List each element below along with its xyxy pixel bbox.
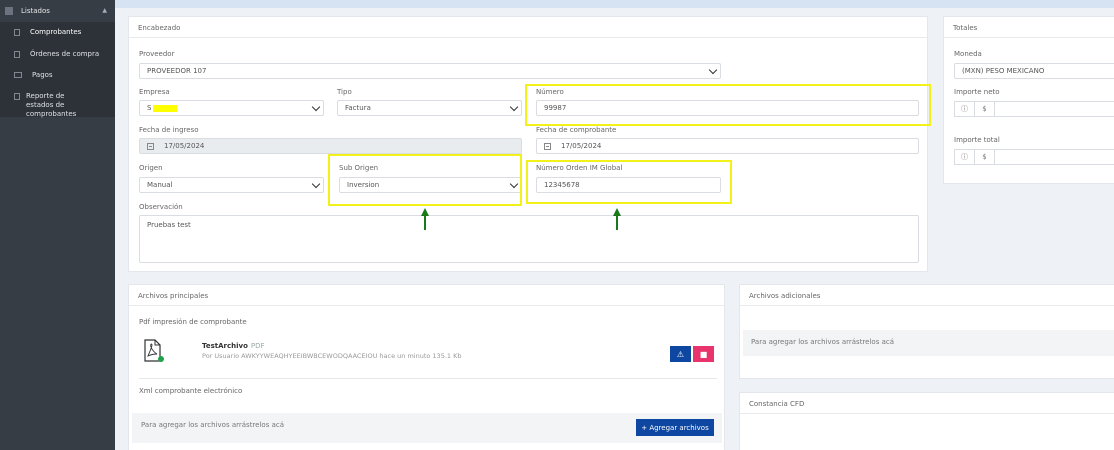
pdf-file-icon <box>144 339 164 362</box>
origen-value: Manual <box>147 181 173 189</box>
card-separator <box>740 305 1114 306</box>
add-files-button[interactable]: + Agregar archivos <box>636 419 714 436</box>
chevron-down-icon <box>509 102 519 112</box>
sidebar-item-ordenes-compra[interactable]: Órdenes de compra <box>0 50 115 59</box>
sidebar-item-label: Pagos <box>32 71 53 79</box>
sidebar-item-label: Reporte de estados de comprobantes <box>26 92 77 118</box>
fecha-ingreso-value: 17/05/2024 <box>164 142 205 150</box>
archivos-principales-card: Archivos principales Pdf impresión de co… <box>128 284 725 450</box>
card-separator <box>129 37 927 38</box>
chevron-down-icon <box>311 102 321 112</box>
dropzone-text: Para agregar los archivos arrástrelos ac… <box>751 338 894 346</box>
fecha-comprobante-label: Fecha de comprobante <box>536 126 617 134</box>
moneda-select[interactable]: (MXN) PESO MEXICANO <box>954 63 1114 79</box>
sidebar-section-label: Listados <box>21 7 50 15</box>
origen-label: Origen <box>139 164 163 172</box>
card-separator <box>129 305 724 306</box>
empresa-label: Empresa <box>139 88 170 96</box>
adicionales-dropzone[interactable]: Para agregar los archivos arrástrelos ac… <box>743 330 1114 356</box>
highlight-numero-orden <box>526 160 732 204</box>
card-title: Archivos adicionales <box>749 292 821 300</box>
card-title: Constancia CFD <box>749 400 805 408</box>
info-banner <box>115 0 1114 8</box>
tipo-select[interactable]: Factura <box>337 100 522 116</box>
fecha-comprobante-input[interactable]: 17/05/2024 <box>536 138 919 154</box>
card-title: Archivos principales <box>138 292 209 300</box>
currency-symbol: $ <box>975 102 995 116</box>
currency-symbol: $ <box>975 150 995 164</box>
download-icon: ⚠ <box>676 349 685 359</box>
encabezado-card: Encabezado Proveedor PROVEEDOR 107 Empre… <box>128 16 928 272</box>
tipo-value: Factura <box>345 104 371 112</box>
pdf-section-label: Pdf impresión de comprobante <box>139 318 247 326</box>
document-icon <box>14 29 20 36</box>
delete-button[interactable]: ■ <box>693 346 714 362</box>
archivos-adicionales-card: Archivos adicionales Para agregar los ar… <box>739 284 1114 379</box>
importe-neto-input[interactable]: ⓘ $ <box>954 101 1114 117</box>
totales-card: Totales Moneda (MXN) PESO MEXICANO Impor… <box>943 16 1114 184</box>
fecha-ingreso-label: Fecha de ingreso <box>139 126 199 134</box>
observacion-value: Pruebas test <box>147 221 191 229</box>
fecha-ingreso-input: 17/05/2024 <box>139 138 522 154</box>
section-divider <box>139 378 717 379</box>
empresa-value: S <box>147 104 152 112</box>
info-icon: ⓘ <box>955 102 975 116</box>
fecha-comprobante-value: 17/05/2024 <box>561 142 602 150</box>
sidebar-section-listados[interactable]: Listados ▲ <box>0 0 115 22</box>
card-title: Totales <box>953 24 978 32</box>
list-icon <box>5 7 13 15</box>
xml-section-label: Xml comprobante electrónico <box>139 387 243 395</box>
arrow-up-icon <box>613 208 621 230</box>
sidebar-item-pagos[interactable]: Pagos <box>0 71 115 80</box>
sidebar-item-comprobantes[interactable]: Comprobantes <box>0 28 115 37</box>
constancia-cfd-card: Constancia CFD <box>739 392 1114 450</box>
file-name-text: TestArchivo <box>202 342 248 350</box>
card-title: Encabezado <box>138 24 181 32</box>
moneda-label: Moneda <box>954 50 982 58</box>
observacion-textarea[interactable]: Pruebas test <box>139 215 919 263</box>
proveedor-select[interactable]: PROVEEDOR 107 <box>139 63 721 79</box>
sidebar-item-label: Comprobantes <box>30 28 82 36</box>
file-ext: PDF <box>250 342 265 350</box>
sidebar-list: Comprobantes Órdenes de compra Pagos Rep… <box>0 22 115 119</box>
importe-total-input[interactable]: ⓘ $ <box>954 149 1114 165</box>
card-separator <box>944 37 1114 38</box>
xml-dropzone[interactable]: Para agregar los archivos arrástrelos ac… <box>132 413 722 443</box>
importe-neto-label: Importe neto <box>954 88 1000 96</box>
tipo-label: Tipo <box>337 88 352 96</box>
wallet-icon <box>14 72 22 78</box>
card-separator <box>740 413 1114 414</box>
importe-total-label: Importe total <box>954 136 1000 144</box>
redaction-mark <box>153 104 178 112</box>
chevron-up-icon: ▲ <box>102 7 107 14</box>
chevron-down-icon <box>708 65 718 75</box>
sidebar-item-reporte-estados[interactable]: Reporte de estados de comprobantes <box>0 92 115 119</box>
calendar-icon <box>147 142 154 150</box>
file-meta: Por Usuario AWKYYWEAQHYEEIBWBCEWODQAACEI… <box>202 352 462 360</box>
observacion-label: Observación <box>139 203 183 211</box>
highlight-sub-origen <box>328 154 522 206</box>
proveedor-label: Proveedor <box>139 50 175 58</box>
dropzone-text: Para agregar los archivos arrástrelos ac… <box>141 421 284 429</box>
sidebar: Listados ▲ Comprobantes Órdenes de compr… <box>0 0 115 450</box>
sidebar-item-label: Órdenes de compra <box>30 50 100 58</box>
info-icon: ⓘ <box>955 150 975 164</box>
chevron-down-icon <box>311 179 321 189</box>
proveedor-value: PROVEEDOR 107 <box>147 67 207 75</box>
origen-select[interactable]: Manual <box>139 177 324 193</box>
arrow-up-icon <box>421 208 429 230</box>
file-name[interactable]: TestArchivo PDF <box>202 342 265 350</box>
download-button[interactable]: ⚠ <box>670 346 691 362</box>
moneda-value: (MXN) PESO MEXICANO <box>962 67 1045 75</box>
trash-icon: ■ <box>699 349 708 359</box>
empresa-select[interactable]: S <box>139 100 324 116</box>
highlight-numero <box>525 84 931 126</box>
document-icon <box>14 51 20 58</box>
calendar-icon <box>544 142 551 150</box>
